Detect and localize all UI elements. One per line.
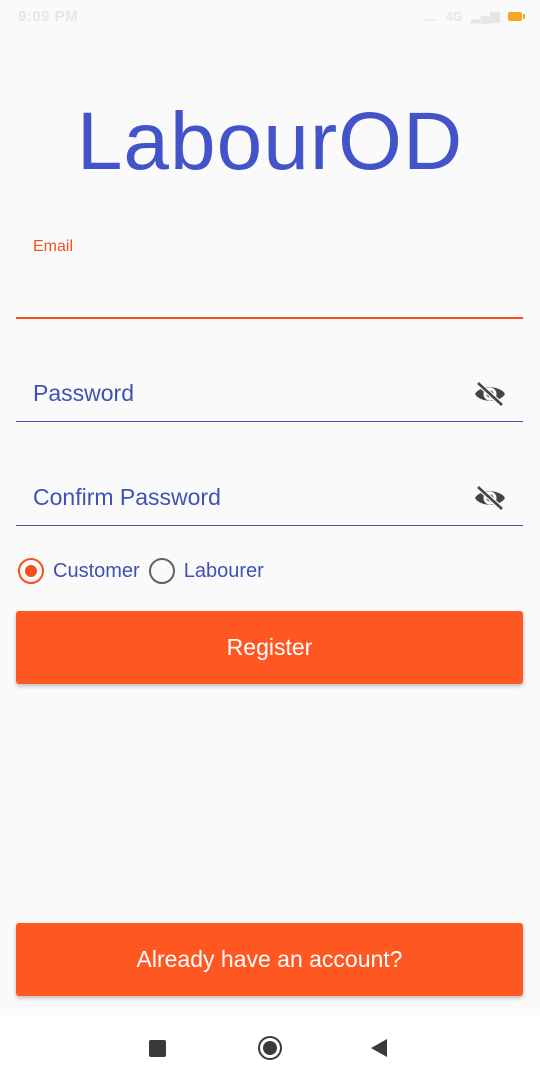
confirm-password-underline [16,525,523,526]
email-label: Email [33,238,74,255]
signal-dots-icon: .... [422,8,438,24]
eye-off-icon[interactable] [473,380,507,408]
navigation-bar [0,1015,540,1080]
register-button[interactable]: Register [16,611,523,684]
signal-icon: ▂▄▆ [470,8,500,23]
radio-customer-label[interactable]: Customer [53,560,140,583]
confirm-password-placeholder: Confirm Password [33,484,221,510]
status-time: 9:09 PM [18,8,79,25]
radio-labourer-label[interactable]: Labourer [184,560,264,583]
app-title: LabourOD [76,96,464,187]
home-icon[interactable] [258,1036,282,1060]
battery-icon [508,11,525,21]
password-placeholder: Password [33,380,134,406]
password-field[interactable]: Password [16,370,523,424]
status-bar: 9:09 PM .... 4G ▂▄▆ [0,0,540,34]
role-radio-group: Customer Labourer [18,556,273,586]
recents-icon[interactable] [149,1040,166,1057]
email-field[interactable]: Email [16,230,523,322]
password-underline [16,421,523,422]
radio-labourer[interactable] [148,558,175,584]
back-icon[interactable] [371,1039,387,1057]
email-underline [16,317,523,319]
radio-customer[interactable] [18,558,44,584]
already-have-account-button[interactable]: Already have an account? [16,923,523,996]
confirm-password-field[interactable]: Confirm Password [16,474,523,528]
eye-off-icon[interactable] [473,484,507,512]
network-type: 4G [445,8,463,24]
status-icons: .... 4G ▂▄▆ [422,8,525,24]
